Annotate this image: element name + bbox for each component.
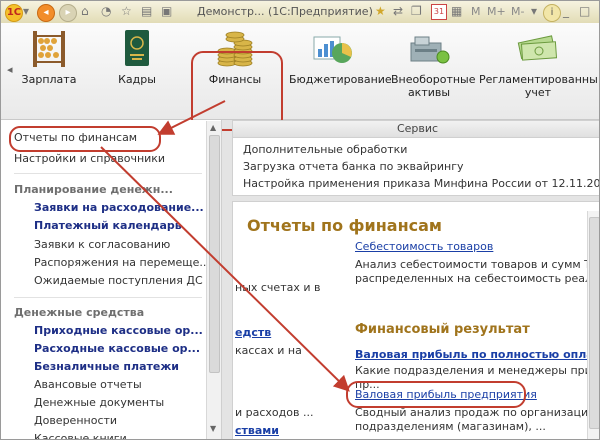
calendar-icon[interactable]: 31	[431, 4, 447, 20]
reports-scrollbar[interactable]	[587, 211, 599, 439]
finance-highlight	[191, 51, 283, 131]
section-regulated-accounting[interactable]: Регламентированны учет	[479, 29, 598, 99]
service-item-minfin-order[interactable]: Настройка применения приказа Минфина Рос…	[243, 177, 599, 190]
report-description: Анализ себестоимости товаров и сумм ТЗР,	[355, 258, 600, 271]
link-icon[interactable]: ⇄	[393, 4, 403, 18]
divider	[14, 297, 202, 298]
app-window: 1С ▾ ◂ ▸ ⌂ ◔ ☆ ▤ ▣ Демонстр... (1С:Предп…	[0, 0, 600, 440]
report-description: распределенных на себестоимость реализов…	[355, 272, 599, 285]
report-description: подразделениям (магазинам), ...	[355, 420, 546, 433]
nav-item-cash-expenses[interactable]: Расходные кассовые ор...	[34, 342, 200, 355]
page-title: Отчеты по финансам	[247, 216, 442, 235]
scroll-up-icon[interactable]: ▲	[210, 123, 216, 132]
back-icon[interactable]: ◂	[37, 4, 55, 22]
sections-panel: ◂ Зарплата Кадры Финансы Бюджетирование …	[1, 23, 599, 131]
scrollbar-thumb[interactable]	[589, 217, 599, 429]
nav-group-planning: Планирование денежн...	[14, 183, 173, 196]
nav-item-advance-reports[interactable]: Авансовые отчеты	[34, 378, 142, 391]
finance-reports-highlight	[9, 126, 161, 152]
history-icon[interactable]: ◔	[101, 4, 111, 18]
section-label: Бюджетирование	[289, 73, 392, 86]
scroll-down-icon[interactable]: ▼	[210, 424, 216, 433]
section-budgeting[interactable]: Бюджетирование	[289, 29, 392, 86]
nav-item-payment-calendar[interactable]: Платежный календарь	[34, 219, 182, 232]
app-logo-icon[interactable]: 1С	[5, 4, 23, 22]
section-staff[interactable]: Кадры	[107, 29, 167, 86]
nav-item-transfer-orders[interactable]: Распоряжения на перемеще...	[34, 256, 210, 269]
section-label: Кадры	[118, 73, 156, 86]
memory-button[interactable]: M	[471, 5, 481, 18]
service-header: Сервис	[233, 121, 599, 138]
money-notes-icon	[516, 29, 560, 69]
report-description-fragment: ных счетах и в	[235, 281, 321, 294]
nav-group-cash: Денежные средства	[14, 306, 145, 319]
report-description-fragment: и расходов ...	[235, 406, 314, 419]
print-icon[interactable]: ▤	[141, 4, 152, 18]
section-heading-financial-result: Финансовый результат	[355, 322, 530, 337]
nav-scrollbar[interactable]: ▲ ▼	[206, 121, 221, 439]
star-icon[interactable]: ★	[375, 4, 386, 18]
section-label: Зарплата	[21, 73, 77, 86]
divider	[14, 173, 202, 174]
memory-minus-button[interactable]: M-	[511, 5, 524, 18]
section-fixed-assets[interactable]: Внеоборотные активы	[391, 29, 476, 99]
home-icon[interactable]: ⌂	[81, 4, 89, 18]
report-link-fragment[interactable]: ствами	[235, 424, 279, 437]
report-link-cost-of-goods[interactable]: Себестоимость товаров	[355, 240, 493, 253]
dropdown-icon[interactable]: ▾	[23, 4, 29, 18]
maximize-icon[interactable]: □	[579, 4, 590, 18]
nav-item-bank-payments[interactable]: Безналичные платежи	[34, 360, 179, 373]
nav-item-powers-of-attorney[interactable]: Доверенности	[34, 414, 117, 427]
copy-icon[interactable]: ❐	[411, 4, 422, 18]
report-description: Какие подразделения и менеджеры принесли…	[355, 364, 599, 377]
favorites-icon[interactable]: ☆	[121, 4, 132, 18]
nav-item-expected-receipts[interactable]: Ожидаемые поступления ДС	[34, 274, 203, 287]
scrollbar-thumb[interactable]	[209, 135, 220, 373]
minimize-icon[interactable]: _	[563, 4, 569, 18]
window-title: Демонстр... (1С:Предприятие)	[197, 5, 373, 18]
calculator-icon[interactable]: ▦	[451, 4, 462, 18]
memory-plus-button[interactable]: M+	[487, 5, 506, 18]
nav-item-settings[interactable]: Настройки и справочники	[14, 152, 165, 165]
section-label-line2: активы	[407, 86, 451, 99]
nav-item-cash-receipts[interactable]: Приходные кассовые ор...	[34, 324, 203, 337]
section-label: Внеоборотные	[391, 73, 476, 86]
section-salary[interactable]: Зарплата	[19, 29, 79, 86]
nav-item-cash-books[interactable]: Кассовые книги	[34, 432, 127, 439]
passport-icon	[115, 29, 159, 69]
scroll-left-icon[interactable]: ◂	[7, 63, 13, 76]
abacus-icon	[27, 29, 71, 69]
service-item-acquiring-import[interactable]: Загрузка отчета банка по эквайрингу	[243, 160, 464, 173]
report-link-gross-profit-paid[interactable]: Валовая прибыль по полностью оплачен...	[355, 348, 599, 361]
service-item-additional-processing[interactable]: Дополнительные обработки	[243, 143, 407, 156]
title-bar: 1С ▾ ◂ ▸ ⌂ ◔ ☆ ▤ ▣ Демонстр... (1С:Предп…	[1, 1, 599, 24]
dropdown-icon[interactable]: ▾	[531, 4, 537, 18]
nav-item-expense-requests[interactable]: Заявки на расходование...	[34, 201, 204, 214]
save-icon[interactable]: ▣	[161, 4, 172, 18]
report-link-fragment[interactable]: едств	[235, 326, 271, 339]
equipment-icon	[407, 29, 451, 69]
info-icon[interactable]: i	[543, 4, 561, 22]
nav-item-cash-documents[interactable]: Денежные документы	[34, 396, 164, 409]
report-description-fragment: кассах и на	[235, 344, 302, 357]
nav-item-approval-requests[interactable]: Заявки к согласованию	[34, 238, 170, 251]
section-label: Регламентированны	[479, 73, 598, 86]
forward-icon[interactable]: ▸	[59, 4, 77, 22]
charts-icon	[310, 29, 354, 69]
section-label-line2: учет	[524, 86, 552, 99]
service-panel: Сервис Дополнительные обработки Загрузка…	[232, 120, 599, 196]
gross-profit-highlight	[346, 381, 526, 408]
